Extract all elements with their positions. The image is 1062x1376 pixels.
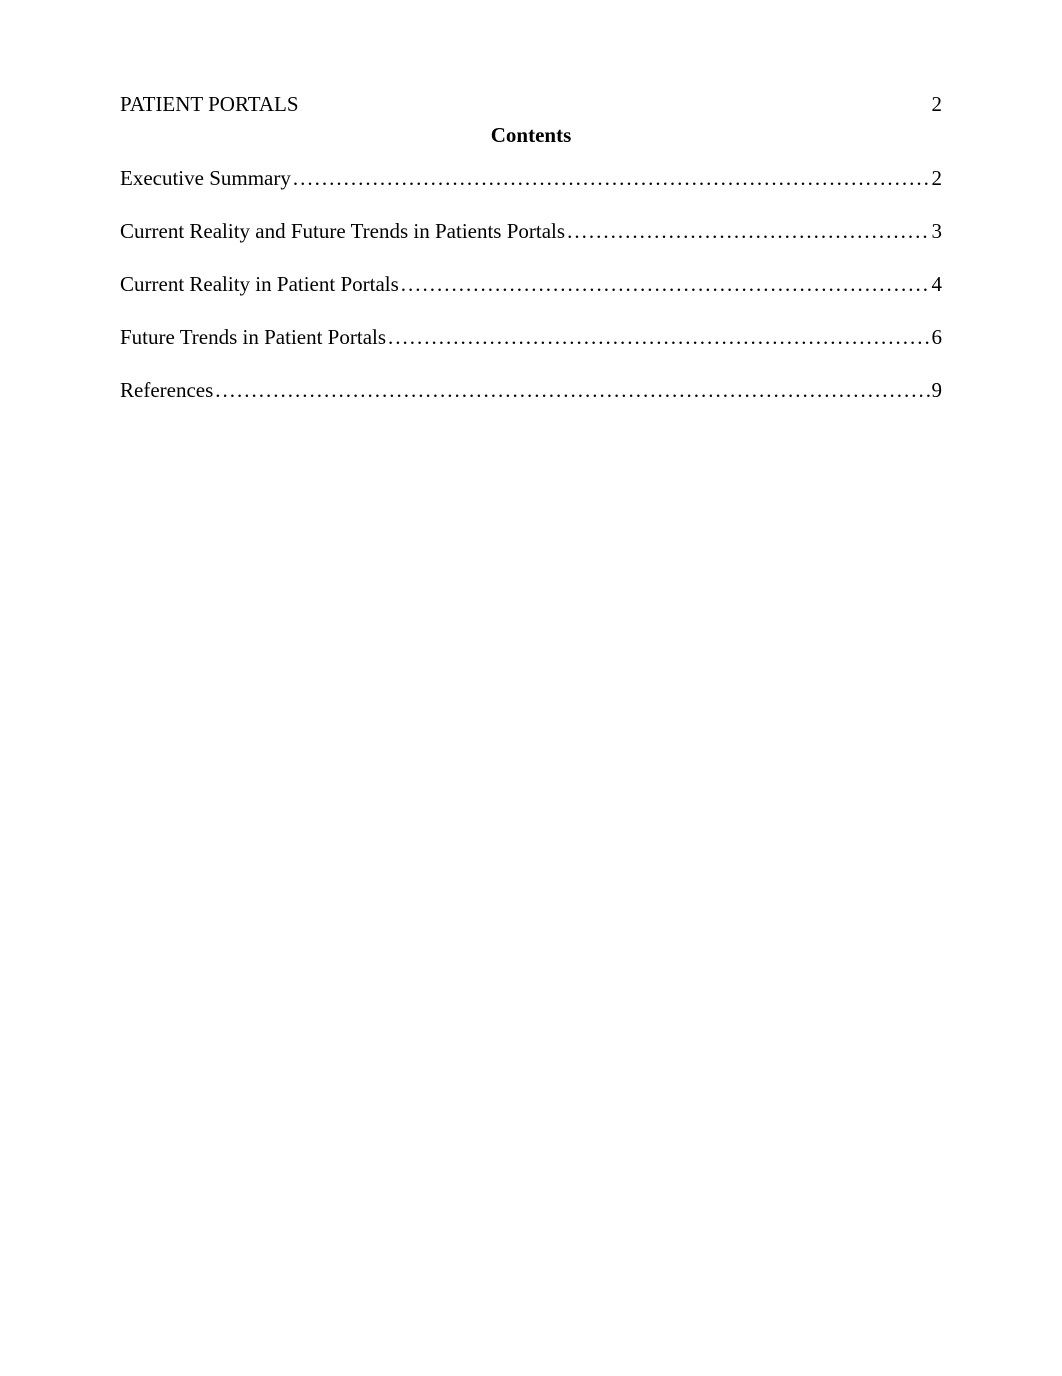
running-header: PATIENT PORTALS 2: [120, 92, 942, 117]
toc-entry-title: References: [120, 378, 213, 403]
toc-leader-dots: ........................................…: [567, 219, 929, 244]
toc-entry: Current Reality in Patient Portals .....…: [120, 272, 942, 297]
toc-entry-title: Executive Summary: [120, 166, 291, 191]
toc-leader-dots: ........................................…: [388, 325, 929, 350]
toc-entry: References .............................…: [120, 378, 942, 403]
toc-entry-title: Future Trends in Patient Portals: [120, 325, 386, 350]
toc-entry-page: 3: [932, 219, 943, 244]
document-page: PATIENT PORTALS 2 Contents Executive Sum…: [0, 0, 1062, 1376]
page-number: 2: [932, 92, 943, 117]
toc-entry-page: 4: [932, 272, 943, 297]
toc-entry: Executive Summary ......................…: [120, 166, 942, 191]
toc-entry-page: 2: [932, 166, 943, 191]
toc-entry: Future Trends in Patient Portals .......…: [120, 325, 942, 350]
table-of-contents: Executive Summary ......................…: [120, 166, 942, 403]
toc-entry-page: 9: [932, 378, 943, 403]
toc-entry-page: 6: [932, 325, 943, 350]
toc-leader-dots: ........................................…: [293, 166, 930, 191]
running-title: PATIENT PORTALS: [120, 92, 299, 117]
toc-entry-title: Current Reality in Patient Portals: [120, 272, 399, 297]
toc-entry: Current Reality and Future Trends in Pat…: [120, 219, 942, 244]
toc-leader-dots: ........................................…: [215, 378, 929, 403]
toc-entry-title: Current Reality and Future Trends in Pat…: [120, 219, 565, 244]
toc-leader-dots: ........................................…: [401, 272, 930, 297]
contents-heading: Contents: [120, 123, 942, 148]
